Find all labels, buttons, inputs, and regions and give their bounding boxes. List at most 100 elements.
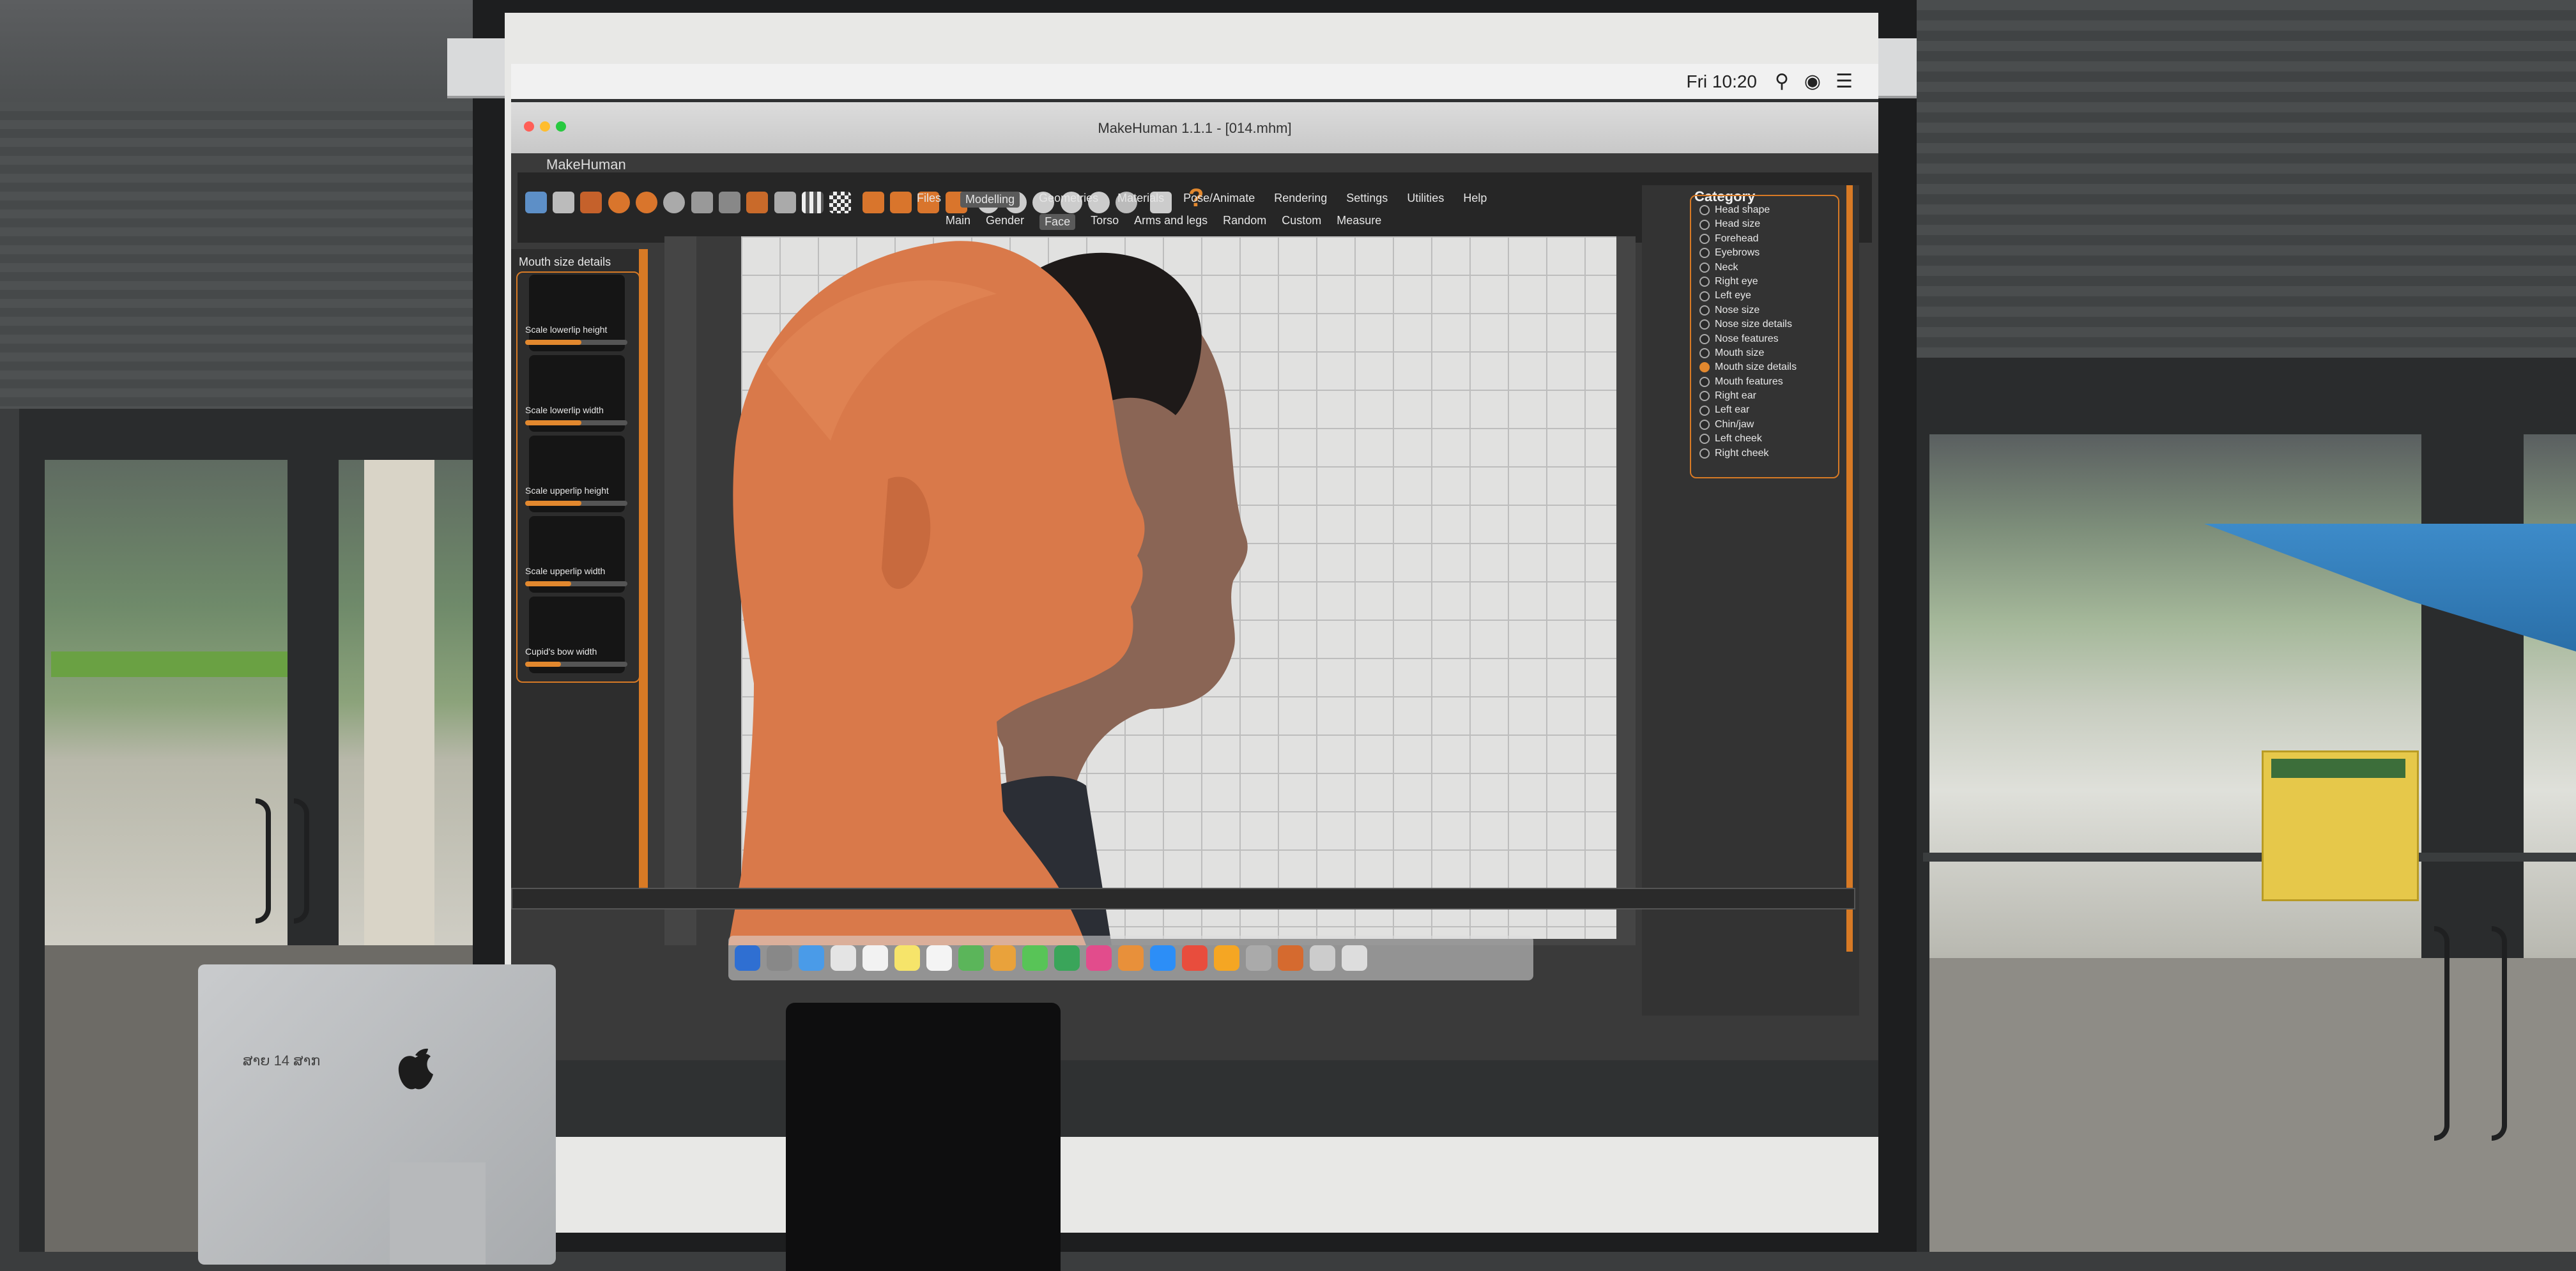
calendar-icon[interactable] <box>862 945 888 971</box>
subtab-face[interactable]: Face <box>1039 214 1076 230</box>
category-item[interactable]: Right cheek <box>1699 446 1797 460</box>
finder-icon[interactable] <box>735 945 760 971</box>
category-item[interactable]: Nose size <box>1699 303 1797 317</box>
category-item[interactable]: Chin/jaw <box>1699 418 1797 432</box>
smooth-icon[interactable] <box>691 192 713 213</box>
category-item[interactable]: Mouth size details <box>1699 360 1797 374</box>
front-view-icon[interactable] <box>862 192 884 213</box>
category-item[interactable]: Neck <box>1699 261 1797 275</box>
subtab-arms-and-legs[interactable]: Arms and legs <box>1134 214 1208 230</box>
chrome-icon[interactable] <box>1182 945 1208 971</box>
radio-icon[interactable] <box>1699 233 1710 244</box>
category-item[interactable]: Left eye <box>1699 289 1797 303</box>
tab-pose-animate[interactable]: Pose/Animate <box>1183 192 1255 208</box>
system-preferences-icon[interactable] <box>1246 945 1271 971</box>
radio-icon[interactable] <box>1699 277 1710 287</box>
launchpad-icon[interactable] <box>767 945 792 971</box>
messages-icon[interactable] <box>1022 945 1048 971</box>
category-item[interactable]: Mouth features <box>1699 375 1797 389</box>
zoom-button[interactable] <box>556 121 566 132</box>
subtab-gender[interactable]: Gender <box>986 214 1024 230</box>
radio-icon[interactable] <box>1699 219 1710 230</box>
slider-track[interactable] <box>525 662 627 667</box>
radio-icon[interactable] <box>1699 362 1710 373</box>
undo-icon[interactable] <box>608 192 630 213</box>
contacts-icon[interactable] <box>831 945 856 971</box>
slider-track[interactable] <box>525 340 627 345</box>
category-item[interactable]: Forehead <box>1699 232 1797 246</box>
slider-track[interactable] <box>525 501 627 506</box>
close-button[interactable] <box>524 121 534 132</box>
category-item[interactable]: Head shape <box>1699 203 1797 217</box>
export-icon[interactable] <box>580 192 602 213</box>
sketch-icon[interactable] <box>1214 945 1239 971</box>
facetime-icon[interactable] <box>1054 945 1080 971</box>
checker-icon[interactable] <box>829 192 851 213</box>
downloads-icon[interactable] <box>1310 945 1335 971</box>
save-icon[interactable] <box>553 192 574 213</box>
back-view-icon[interactable] <box>890 192 912 213</box>
radio-icon[interactable] <box>1699 434 1710 445</box>
radio-icon[interactable] <box>1699 405 1710 416</box>
tab-settings[interactable]: Settings <box>1346 192 1388 208</box>
itunes-icon[interactable] <box>1086 945 1112 971</box>
category-item[interactable]: Mouth size <box>1699 346 1797 360</box>
subtab-main[interactable]: Main <box>946 214 970 230</box>
category-item[interactable]: Nose features <box>1699 332 1797 346</box>
door-handle[interactable] <box>294 798 309 924</box>
subtab-random[interactable]: Random <box>1223 214 1266 230</box>
makehuman-dock-icon[interactable] <box>1278 945 1303 971</box>
door-handle[interactable] <box>256 798 271 924</box>
radio-icon[interactable] <box>1699 262 1710 273</box>
grid-icon[interactable] <box>802 192 824 213</box>
left-panel-scrollbar[interactable] <box>639 249 645 888</box>
category-item[interactable]: Head size <box>1699 217 1797 231</box>
wireframe-icon[interactable] <box>719 192 740 213</box>
new-file-icon[interactable] <box>525 192 547 213</box>
radio-icon[interactable] <box>1699 305 1710 316</box>
category-item[interactable]: Left ear <box>1699 403 1797 417</box>
radio-icon[interactable] <box>1699 205 1710 216</box>
category-item[interactable]: Right eye <box>1699 275 1797 289</box>
tab-geometries[interactable]: Geometries <box>1039 192 1098 208</box>
radio-icon[interactable] <box>1699 348 1710 359</box>
tab-materials[interactable]: Materials <box>1117 192 1164 208</box>
spotlight-icon[interactable]: ⚲ <box>1775 70 1789 93</box>
tab-modelling[interactable]: Modelling <box>960 192 1020 208</box>
category-item[interactable]: Eyebrows <box>1699 246 1797 260</box>
ibooks-icon[interactable] <box>1118 945 1144 971</box>
photos-icon[interactable] <box>990 945 1016 971</box>
door-handle[interactable] <box>2492 926 2507 1141</box>
safari-icon[interactable] <box>799 945 824 971</box>
tab-files[interactable]: Files <box>917 192 941 208</box>
siri-icon[interactable]: ◉ <box>1804 70 1821 93</box>
background-icon[interactable] <box>774 192 796 213</box>
radio-icon[interactable] <box>1699 319 1710 330</box>
category-item[interactable]: Left cheek <box>1699 432 1797 446</box>
minimize-button[interactable] <box>540 121 550 132</box>
radio-icon[interactable] <box>1699 448 1710 459</box>
door-handle[interactable] <box>2434 926 2450 1141</box>
slider-track[interactable] <box>525 420 627 425</box>
right-panel-scrollbar[interactable] <box>1846 185 1853 952</box>
radio-icon[interactable] <box>1699 291 1710 301</box>
pose-icon[interactable] <box>746 192 768 213</box>
app-store-icon[interactable] <box>1150 945 1176 971</box>
tab-rendering[interactable]: Rendering <box>1274 192 1327 208</box>
radio-icon[interactable] <box>1699 376 1710 387</box>
redo-icon[interactable] <box>636 192 657 213</box>
subtab-measure[interactable]: Measure <box>1337 214 1381 230</box>
reset-icon[interactable] <box>663 192 685 213</box>
tab-utilities[interactable]: Utilities <box>1407 192 1444 208</box>
category-item[interactable]: Nose size details <box>1699 317 1797 331</box>
slider-track[interactable] <box>525 581 627 586</box>
category-item[interactable]: Right ear <box>1699 389 1797 403</box>
notes-icon[interactable] <box>894 945 920 971</box>
subtab-custom[interactable]: Custom <box>1282 214 1321 230</box>
trash-icon[interactable] <box>1342 945 1367 971</box>
subtab-torso[interactable]: Torso <box>1091 214 1119 230</box>
notification-center-icon[interactable]: ☰ <box>1836 70 1853 93</box>
radio-icon[interactable] <box>1699 391 1710 402</box>
tab-help[interactable]: Help <box>1463 192 1487 208</box>
radio-icon[interactable] <box>1699 248 1710 259</box>
